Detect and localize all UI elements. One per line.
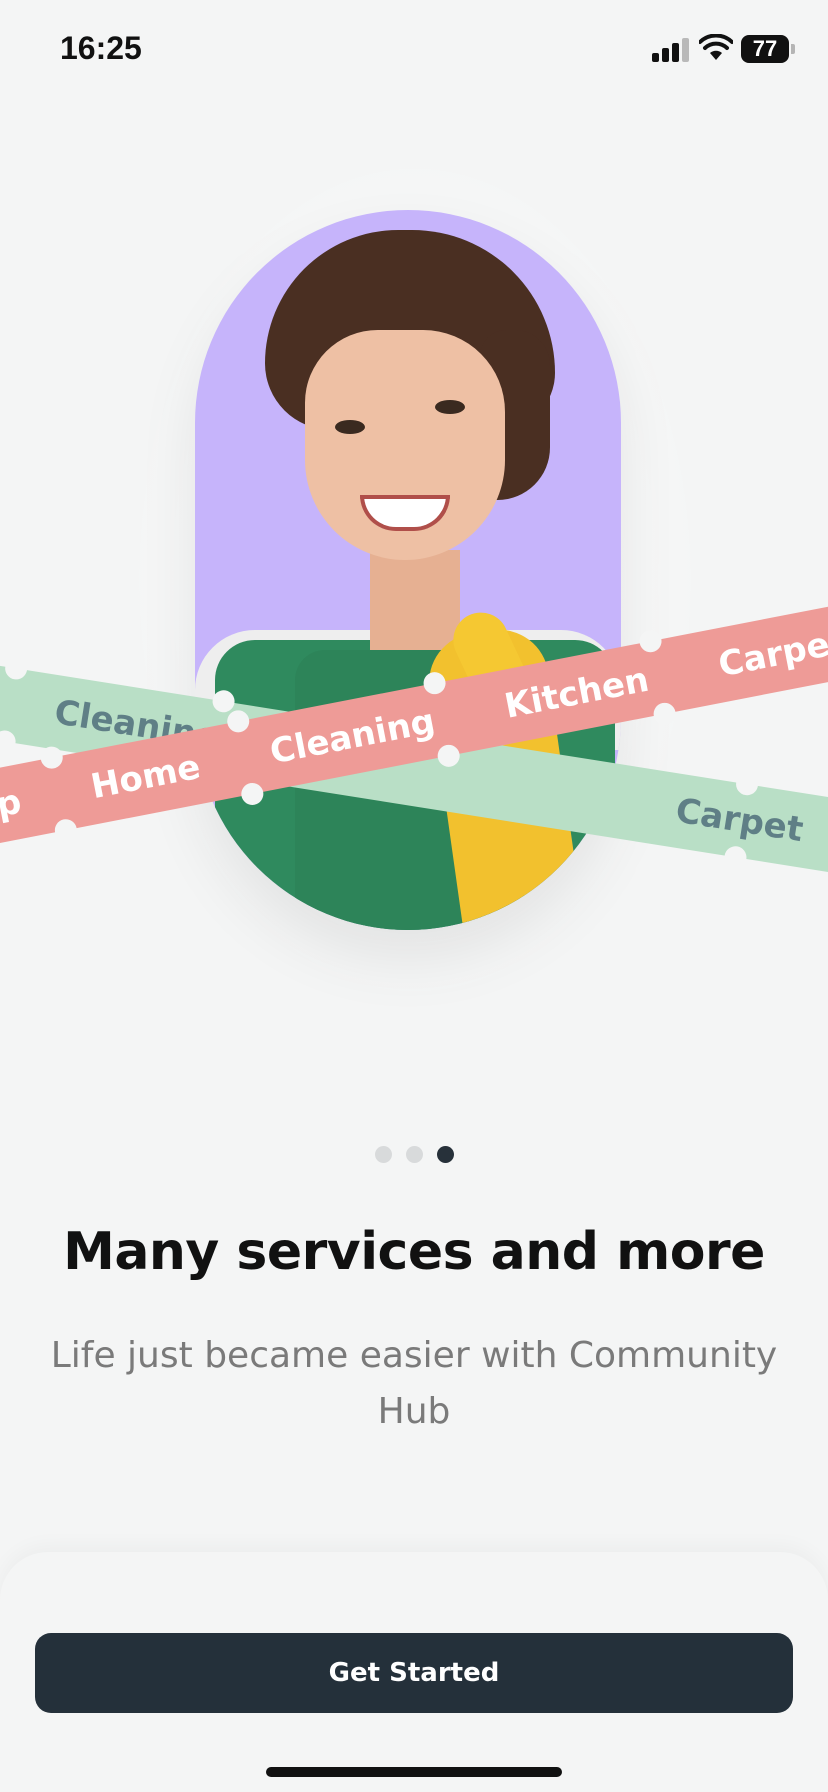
onboarding-subtitle: Life just became easier with Community H… <box>50 1335 778 1432</box>
get-started-button[interactable]: Get Started <box>35 1633 793 1713</box>
page-dot-active[interactable] <box>436 1146 454 1163</box>
status-time: 16:25 <box>60 30 142 66</box>
wifi-icon <box>699 34 733 60</box>
battery-level: 77 <box>752 36 778 61</box>
hero-illustration: Cleaning Carpet M p Home Cleaning Kitche… <box>0 100 828 1060</box>
ribbon-tag: p <box>0 781 25 826</box>
onboarding-title: Many services and more <box>63 1222 765 1282</box>
ribbon-tag: Carpet <box>672 790 806 851</box>
battery-icon: 77 <box>741 35 795 63</box>
status-bar: 16:25 77 <box>0 0 828 100</box>
page-indicator <box>0 1146 828 1163</box>
cellular-signal-icon <box>652 38 690 62</box>
page-dot[interactable] <box>405 1146 423 1163</box>
home-indicator[interactable] <box>266 1767 562 1777</box>
page-dot[interactable] <box>374 1146 392 1163</box>
onboarding-screen: 16:25 77 Cleaning Carpet p Home Cleaning… <box>0 0 828 1792</box>
